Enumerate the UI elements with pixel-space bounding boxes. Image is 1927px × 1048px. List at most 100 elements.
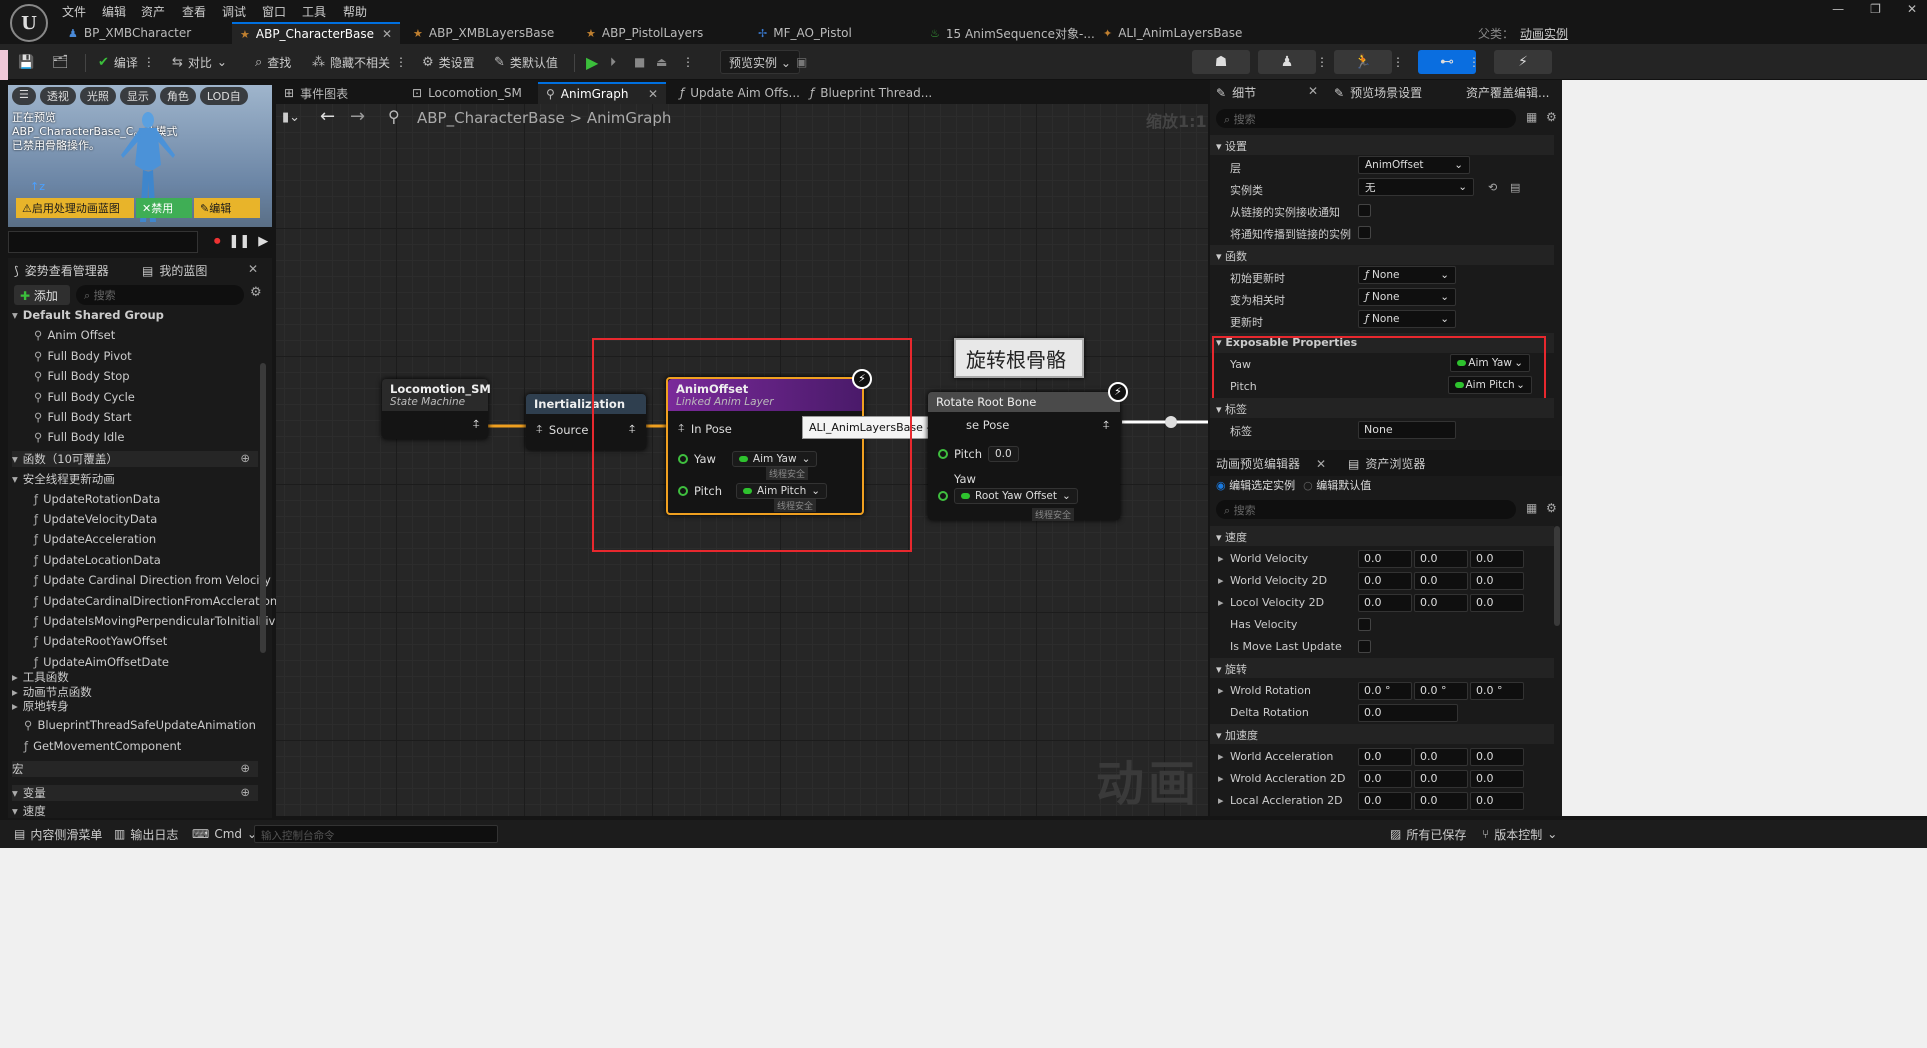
record-icon[interactable]: ⏺ (214, 234, 221, 249)
tab-bp-xmbcharacter[interactable]: ♟ BP_XMBCharacter (60, 22, 199, 44)
pose-output-pin-icon[interactable]: ⍏ (1103, 418, 1110, 433)
compile-button[interactable]: ✔ 编译 ⋮ (98, 52, 155, 72)
more-icon[interactable]: ⋮ (1392, 52, 1404, 72)
propagate-notify-checkbox[interactable] (1358, 226, 1371, 239)
menu-item-4[interactable]: 调试 (222, 3, 246, 20)
eject-button[interactable]: ⏏ (656, 52, 667, 72)
initial-update-dropdown[interactable]: ƒ None ⌄ (1358, 266, 1456, 284)
more-icon[interactable]: ⋮ (395, 55, 407, 69)
functions-header[interactable]: ▾ 函数（10可覆盖） ⊕ (12, 450, 258, 467)
list-item[interactable]: ƒ Update Cardinal Direction from Velocity (34, 573, 271, 587)
class-settings-button[interactable]: ⚙ 类设置 (422, 52, 475, 72)
stop-button[interactable]: ■ (634, 52, 645, 72)
section-acceleration[interactable]: ▾ 加速度 (1210, 724, 1554, 744)
vector-component-input[interactable]: 0.0 (1358, 594, 1412, 612)
radio-edit-instance[interactable]: ◉ 编辑选定实例 (1216, 477, 1295, 493)
tab-update-aim-offset[interactable]: ƒ Update Aim Offs... (672, 82, 808, 104)
add-button[interactable]: ✚ 添加 (14, 285, 70, 305)
menu-item-0[interactable]: 文件 (62, 3, 86, 20)
diff-button[interactable]: ⇆ 对比 ⌄ (172, 52, 227, 72)
receive-notify-checkbox[interactable] (1358, 204, 1371, 217)
close-tab-icon[interactable]: ✕ (1316, 457, 1326, 471)
vector-component-input[interactable]: 0.0 (1414, 748, 1468, 766)
vector-component-input[interactable]: 0.0 (1414, 770, 1468, 788)
list-item[interactable]: ƒ UpdateVelocityData (34, 512, 157, 526)
root-yaw-binding-dropdown[interactable]: Root Yaw Offset ⌄ (954, 488, 1078, 504)
preview-search-input[interactable]: ⌕ 搜索 (1216, 500, 1516, 519)
root-pitch-pin[interactable]: Pitch 0.0 (938, 446, 1019, 462)
vector-component-input[interactable]: 0.0 (1414, 572, 1468, 590)
chevron-right-icon[interactable]: ▸ (1218, 596, 1224, 609)
vector-component-input[interactable]: 0.0 (1470, 572, 1524, 590)
section-functions[interactable]: ▾ 函数 (1210, 245, 1554, 265)
comment-bubble[interactable]: 旋转根骨骼 (954, 338, 1084, 378)
restore-icon[interactable]: ❐ (1870, 2, 1881, 16)
debug-filter-button[interactable]: ▣ (796, 52, 807, 72)
radio-edit-default[interactable]: ○ 编辑默认值 (1303, 477, 1371, 493)
list-item[interactable]: ƒ UpdateAcceleration (34, 532, 156, 546)
vector-component-input[interactable]: 0.0 ° (1470, 682, 1524, 700)
vector-component-input[interactable]: 0.0 (1470, 792, 1524, 810)
skeleton-mode-button[interactable]: ☗ (1192, 50, 1250, 74)
console-input[interactable]: 输入控制台命令 (254, 825, 498, 843)
parent-class-link[interactable]: 动画实例 (1520, 25, 1568, 42)
menu-item-2[interactable]: 资产 (141, 3, 165, 20)
vector-component-input[interactable]: 0.0 (1414, 550, 1468, 568)
version-control-button[interactable]: ⑂ 版本控制 ⌄ (1482, 824, 1557, 844)
browse-button[interactable]: 🗂 (52, 52, 69, 72)
vector-component-input[interactable]: 0.0 (1470, 550, 1524, 568)
source-pin[interactable]: ⍏ Source (536, 422, 588, 437)
pose-pin-icon[interactable]: ⍏ (473, 417, 480, 432)
table-view-icon[interactable]: ▦ (1526, 110, 1537, 124)
preview-viewport[interactable]: ☰ 透视 光照 显示 角色 LOD自 正在预览ABP_CharacterBase… (8, 85, 272, 227)
browse-icon[interactable]: ⟲ (1488, 181, 1497, 194)
close-panel-icon[interactable]: ✕ (1308, 84, 1318, 98)
save-button[interactable]: 💾 (18, 52, 34, 72)
tab-abp-xmblayersbase[interactable]: ★ ABP_XMBLayersBase (405, 22, 562, 44)
vector-component-input[interactable]: 0.0 (1358, 770, 1412, 788)
tab-my-blueprint[interactable]: ▤ 我的蓝图 (142, 262, 207, 279)
tab-asset-browser[interactable]: ▤ 资产浏览器 (1348, 455, 1425, 472)
unreal-logo-icon[interactable]: U (10, 4, 48, 42)
vector-component-input[interactable]: 0.0 (1358, 550, 1412, 568)
menu-item-3[interactable]: 查看 (182, 3, 206, 20)
vector-component-input[interactable]: 0.0 (1358, 792, 1412, 810)
play-options[interactable]: ⋮ (682, 52, 694, 72)
chevron-right-icon[interactable]: ▸ (1218, 684, 1224, 697)
perspective-button[interactable]: 透视 (39, 87, 76, 105)
section-tags[interactable]: ▾ 标签 (1210, 398, 1554, 418)
tab-ali-animlayersbase[interactable]: ✦ ALI_AnimLayersBase (1095, 22, 1250, 44)
list-item[interactable]: ⚲ Full Body Cycle (34, 390, 135, 404)
list-item[interactable]: ⚲ Anim Offset (34, 328, 115, 342)
vector-component-input[interactable]: 0.0 (1414, 594, 1468, 612)
vector-component-input[interactable]: 0.0 (1470, 748, 1524, 766)
tab-pose-manager[interactable]: ⟆ 姿势查看管理器 (14, 262, 109, 279)
blueprint-search-input[interactable]: ⌕ 搜索 (76, 285, 244, 305)
more-icon[interactable]: ⋮ (1316, 52, 1328, 72)
thread-safe-category[interactable]: ▾ 安全线程更新动画 (12, 471, 115, 487)
tab-preview-settings[interactable]: ✎ 预览场景设置 (1334, 84, 1422, 101)
add-function-icon[interactable]: ⊕ (240, 451, 250, 465)
class-defaults-button[interactable]: ✎ 类默认值 (494, 52, 558, 72)
anim-graph-canvas[interactable]: ▮⌄ ← → ⚲ ABP_CharacterBase > AnimGraph 缩… (276, 104, 1208, 816)
mesh-mode-button[interactable]: ♟ (1258, 50, 1316, 74)
enable-anim-bp-button[interactable]: ⚠ 启用处理动画蓝图 (16, 198, 134, 218)
gear-icon[interactable]: ⚙ (1546, 110, 1557, 124)
tab-asset-override[interactable]: 资产覆盖编辑... (1466, 84, 1549, 101)
close-tab-icon[interactable]: ✕ (382, 27, 392, 41)
tab-mf-ao-pistol[interactable]: ✢ MF_AO_Pistol (750, 22, 860, 44)
table-view-icon[interactable]: ▦ (1526, 501, 1537, 515)
on-update-dropdown[interactable]: ƒ None ⌄ (1358, 310, 1456, 328)
step-button[interactable]: ⏵ (610, 52, 616, 72)
category-turn-in-place[interactable]: ▸ 原地转身 (12, 698, 69, 714)
lod-button[interactable]: LOD自 (199, 87, 248, 105)
tab-locomotion-sm[interactable]: ⊡ Locomotion_SM (404, 82, 530, 104)
tab-abp-characterbase[interactable]: ★ ABP_CharacterBase ✕ (232, 22, 400, 44)
content-drawer-button[interactable]: ▤ 内容侧滑菜单 (14, 824, 102, 844)
tab-anim-preview-editor[interactable]: 动画预览编辑器 ✕ (1216, 455, 1326, 472)
list-item[interactable]: ƒ UpdateRotationData (34, 492, 160, 506)
vector-component-input[interactable]: 0.0 (1358, 748, 1412, 766)
tab-abp-pistollayers[interactable]: ★ ABP_PistolLayers (578, 22, 711, 44)
hide-unrelated-button[interactable]: ⁂ 隐藏不相关 ⋮ (312, 52, 407, 72)
list-item[interactable]: ⚲ Full Body Idle (34, 430, 124, 444)
